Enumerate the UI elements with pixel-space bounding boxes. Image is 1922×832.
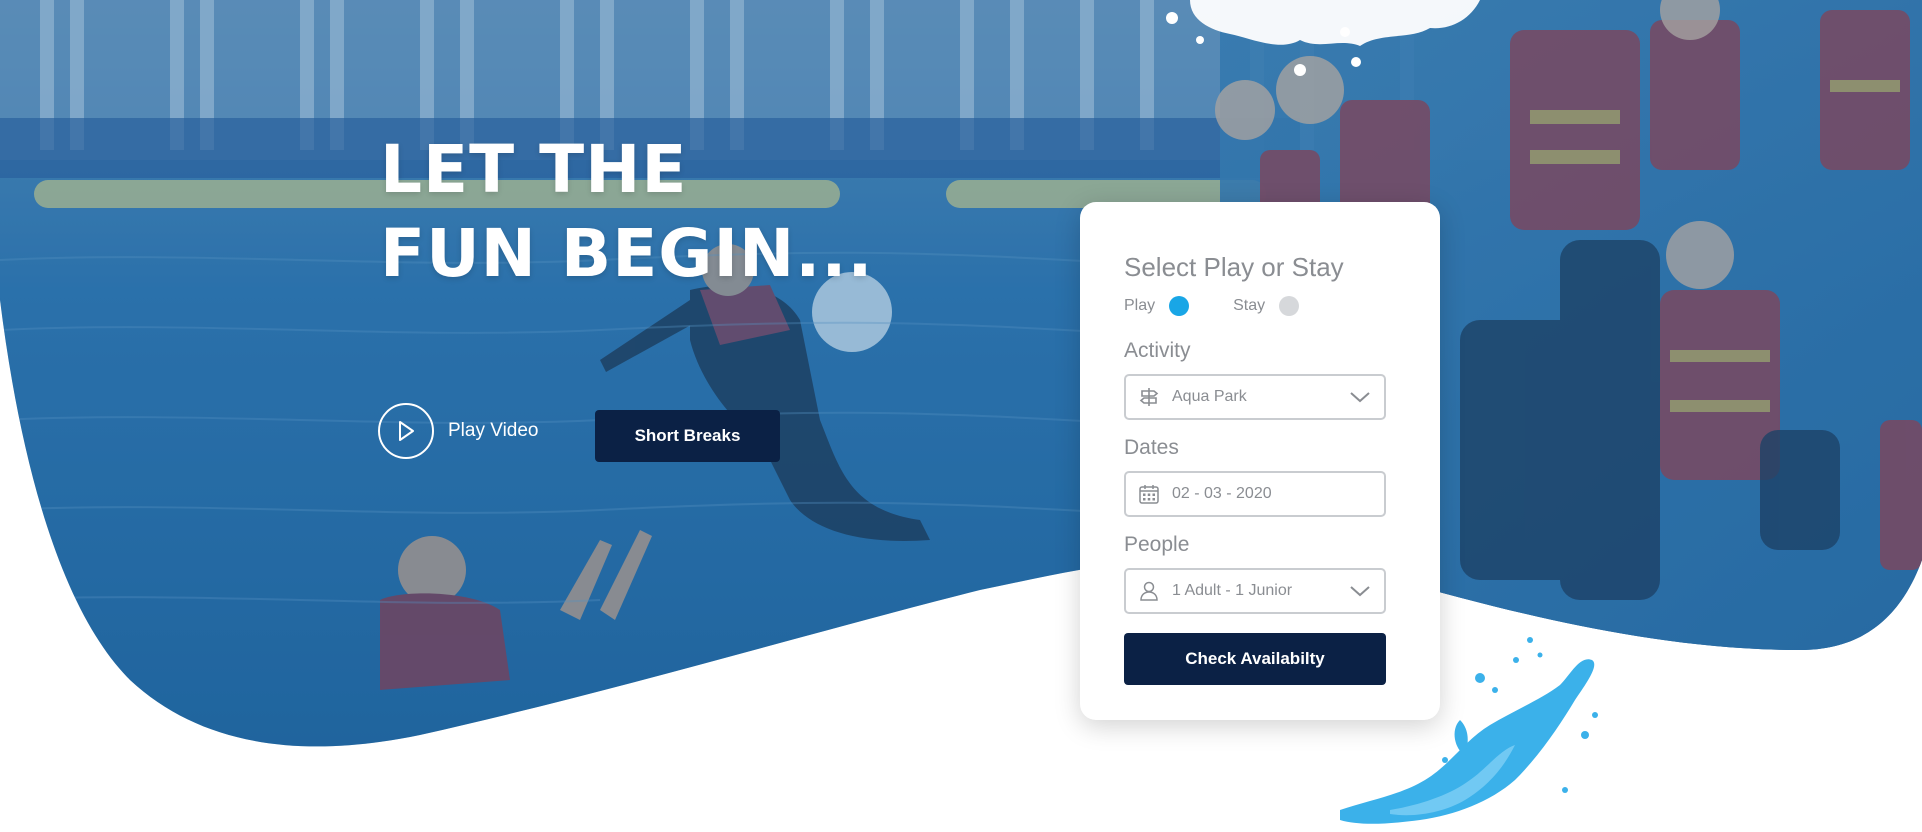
activity-select[interactable]: Aqua Park bbox=[1124, 374, 1386, 420]
hero-headline: LET THE FUN BEGIN... bbox=[380, 128, 873, 296]
hero-headline-line2: FUN BEGIN... bbox=[380, 215, 874, 292]
booking-title: Select Play or Stay bbox=[1124, 252, 1344, 282]
chevron-down-icon[interactable] bbox=[1348, 385, 1372, 409]
chevron-down-icon[interactable] bbox=[1348, 579, 1372, 603]
calendar-icon bbox=[1138, 483, 1160, 505]
dates-label: Dates bbox=[1124, 436, 1179, 459]
page: LET THE FUN BEGIN... Play Video Short Br… bbox=[0, 0, 1922, 832]
people-select[interactable]: 1 Adult - 1 Junior bbox=[1124, 568, 1386, 614]
radio-play[interactable]: Play bbox=[1124, 296, 1190, 316]
play-video-button[interactable]: Play Video bbox=[378, 403, 539, 459]
play-stay-toggle: Play Stay bbox=[1124, 296, 1343, 316]
people-label: People bbox=[1124, 533, 1190, 556]
dates-value: 02 - 03 - 2020 bbox=[1172, 485, 1272, 502]
play-icon[interactable] bbox=[378, 403, 434, 459]
hero-background bbox=[0, 0, 1922, 747]
dates-field[interactable]: 02 - 03 - 2020 bbox=[1124, 471, 1386, 517]
radio-stay-label: Stay bbox=[1233, 297, 1266, 314]
people-value: 1 Adult - 1 Junior bbox=[1172, 582, 1293, 599]
short-breaks-button[interactable]: Short Breaks bbox=[595, 410, 780, 462]
activity-label: Activity bbox=[1124, 339, 1191, 362]
radio-play-label: Play bbox=[1124, 297, 1156, 314]
play-video-label: Play Video bbox=[448, 420, 539, 441]
signpost-icon bbox=[1138, 386, 1160, 408]
radio-stay[interactable]: Stay bbox=[1233, 296, 1300, 316]
water-splash-graphic bbox=[1340, 637, 1598, 824]
radio-stay-dot[interactable] bbox=[1279, 296, 1300, 316]
person-icon bbox=[1138, 580, 1160, 602]
hero-headline-line1: LET THE bbox=[380, 131, 688, 208]
radio-play-dot[interactable] bbox=[1169, 296, 1190, 316]
activity-value: Aqua Park bbox=[1172, 388, 1247, 405]
